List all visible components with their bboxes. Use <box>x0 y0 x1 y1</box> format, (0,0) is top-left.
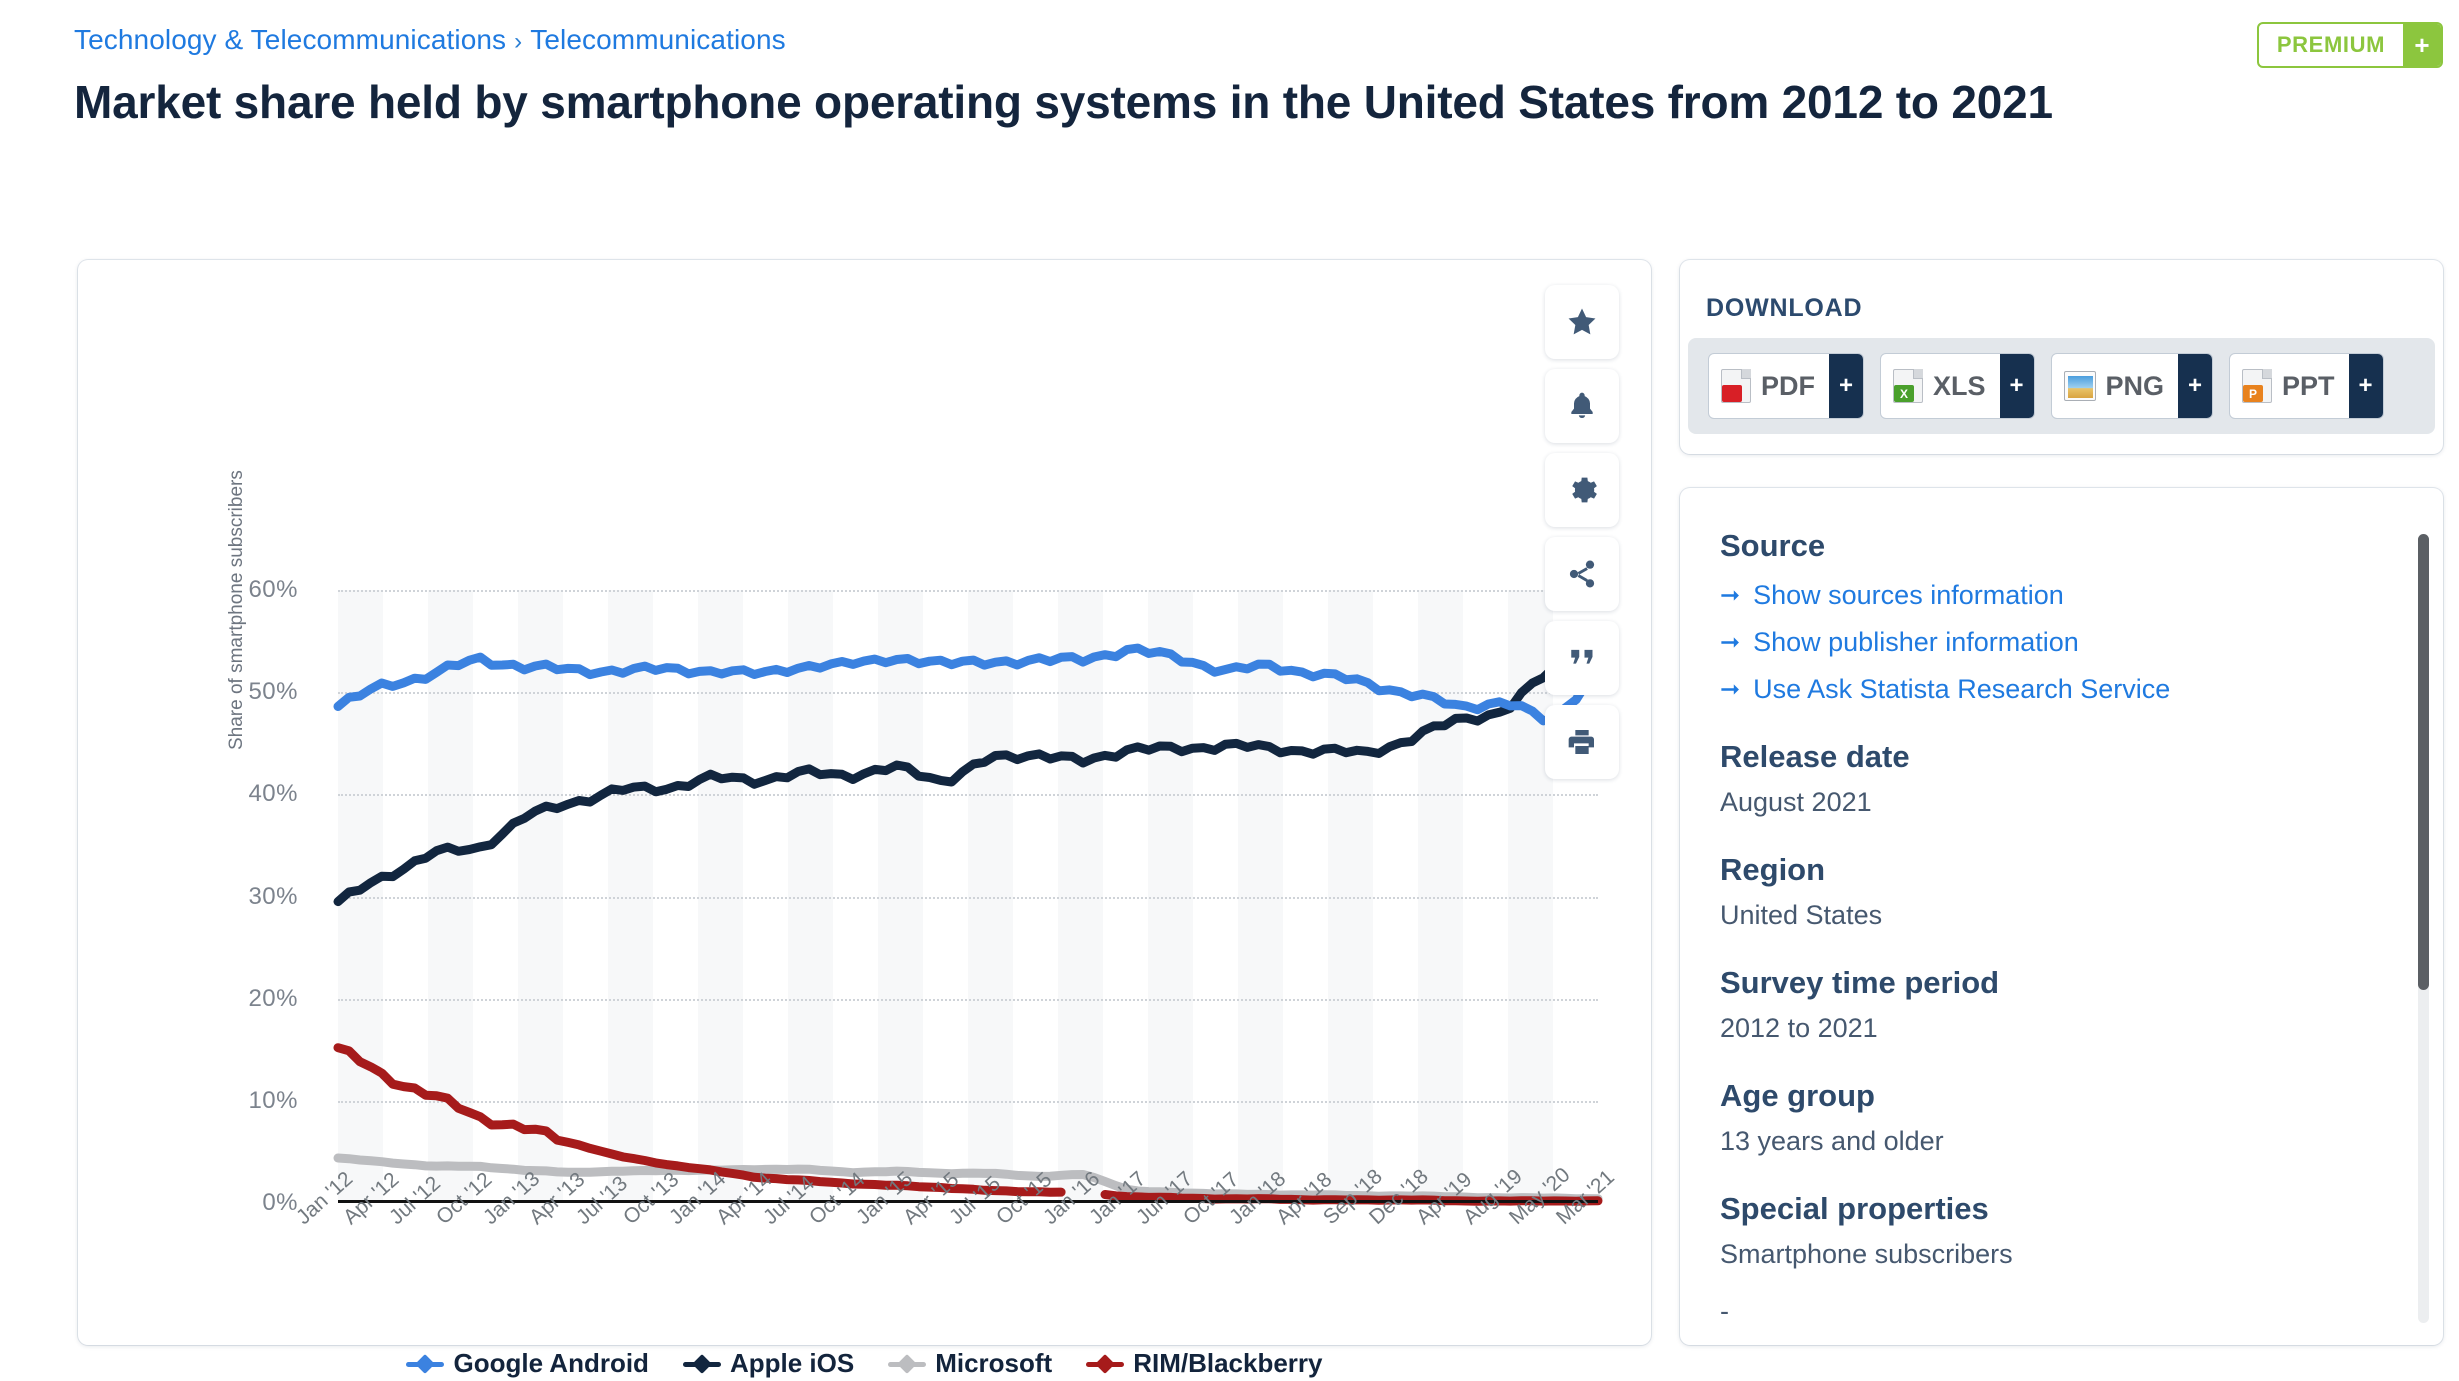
info-trailing: - <box>1720 1296 1729 1326</box>
chart-info-content: Source ➞ Show sources information ➞ Show pub… <box>1720 528 2383 1327</box>
download-card: DOWNLOAD PDF + X XLS + PNG + P PPT + <box>1680 260 2443 454</box>
settings-gear-icon[interactable] <box>1545 453 1619 527</box>
ppt-file-icon: P <box>2242 369 2273 403</box>
favorite-icon[interactable] <box>1545 285 1619 359</box>
info-value: August 2021 <box>1720 787 1872 817</box>
series-line <box>338 648 1598 721</box>
info-heading: Survey time period <box>1720 965 2000 1000</box>
info-scrollbar-track[interactable] <box>2418 534 2429 1323</box>
download-title: DOWNLOAD <box>1706 294 1863 322</box>
citation-quote-icon[interactable] <box>1545 621 1619 695</box>
arrow-right-icon: ➞ <box>1720 628 1741 656</box>
info-link[interactable]: ➞ Show publisher information <box>1720 627 2383 658</box>
chart-action-rail <box>1545 285 1619 779</box>
breadcrumb: Technology & Telecommunications › Telecomm… <box>74 24 786 56</box>
legend-marker-icon <box>888 1353 927 1374</box>
info-heading: Region <box>1720 852 1826 887</box>
download-pdf-button[interactable]: PDF + <box>1708 353 1864 419</box>
premium-plus-icon[interactable]: + <box>2403 24 2441 66</box>
breadcrumb-separator: › <box>514 28 523 55</box>
xls-file-icon: X <box>1893 369 1923 403</box>
info-value: United States <box>1720 900 1883 930</box>
y-axis-tick: 30% <box>248 882 298 910</box>
legend-label: Apple iOS <box>729 1348 855 1378</box>
y-axis-tick: 10% <box>248 1086 298 1114</box>
page-title: Market share held by smartphone operatin… <box>74 76 2053 128</box>
info-scrollbar-thumb[interactable] <box>2418 534 2429 990</box>
info-heading: Age group <box>1720 1078 1875 1113</box>
png-image-icon <box>2063 371 2096 401</box>
download-label: XLS <box>1933 370 1986 401</box>
download-label: PDF <box>1761 370 1815 401</box>
legend-item[interactable]: Google Android <box>406 1348 649 1379</box>
y-axis-tick: 20% <box>248 984 298 1012</box>
arrow-right-icon: ➞ <box>1720 675 1741 703</box>
notification-bell-icon[interactable] <box>1545 369 1619 443</box>
breadcrumb-item-1[interactable]: Telecommunications <box>530 24 785 55</box>
legend-label: RIM/Blackberry <box>1133 1348 1323 1378</box>
x-axis-ticks: Jan '12 Apr '12 Jul '12 Oct '12 Jan '13 Apr '… <box>292 1163 1619 1332</box>
arrow-right-icon: ➞ <box>1720 581 1741 609</box>
y-axis-tick: 60% <box>248 576 298 603</box>
premium-label: PREMIUM <box>2276 32 2385 57</box>
premium-badge[interactable]: PREMIUM + <box>2256 22 2443 68</box>
y-axis-tick: 50% <box>248 678 298 706</box>
info-link-label: Show publisher information <box>1753 627 2079 657</box>
y-axis-tick: 0% <box>262 1189 298 1216</box>
download-plus-icon[interactable]: + <box>2178 354 2213 418</box>
legend-marker-icon <box>1086 1353 1125 1374</box>
legend-label: Google Android <box>453 1348 649 1378</box>
legend-item[interactable]: Microsoft <box>888 1348 1052 1379</box>
download-xls-button[interactable]: X XLS + <box>1880 353 2035 419</box>
info-value: 2012 to 2021 <box>1720 1013 1878 1043</box>
chart-series-lines <box>338 590 1598 1203</box>
y-axis-tick: 40% <box>248 780 298 808</box>
legend-marker-icon <box>406 1353 445 1374</box>
legend-item[interactable]: Apple iOS <box>682 1348 855 1379</box>
info-link[interactable]: ➞ Show sources information <box>1720 580 2383 611</box>
legend-label: Microsoft <box>935 1348 1053 1378</box>
download-label: PPT <box>2282 370 2335 401</box>
breadcrumb-item-0[interactable]: Technology & Telecommunications <box>74 24 506 55</box>
legend-marker-icon <box>682 1353 721 1374</box>
download-plus-icon[interactable]: + <box>2348 354 2383 418</box>
chart-legend: Google Android Apple iOS Microsoft RIM/Blac… <box>78 1348 1651 1379</box>
chart-card: Share of smartphone subscribers 0% 10% 20%… <box>78 260 1651 1378</box>
chart-info-card: Source ➞ Show sources information ➞ Show pub… <box>1680 488 2443 1345</box>
share-icon[interactable] <box>1545 537 1619 611</box>
legend-item[interactable]: RIM/Blackberry <box>1086 1348 1323 1379</box>
download-ppt-button[interactable]: P PPT + <box>2229 353 2384 419</box>
info-link-label: Show sources information <box>1753 580 2064 610</box>
info-heading: Release date <box>1720 739 1910 774</box>
download-label: PNG <box>2105 370 2165 401</box>
info-value: 13 years and older <box>1720 1126 1944 1156</box>
info-heading-source: Source <box>1720 528 1826 563</box>
download-plus-icon[interactable]: + <box>1999 354 2034 418</box>
print-icon[interactable] <box>1545 705 1619 779</box>
chart-plot-area <box>338 590 1598 1203</box>
info-link-label: Use Ask Statista Research Service <box>1753 674 2171 704</box>
y-axis-ticks: 0% 10% 20% 30% 40% 50% 60% <box>178 260 298 1345</box>
download-button-strip: PDF + X XLS + PNG + P PPT + <box>1688 338 2435 434</box>
statista-chart-page: Technology & Telecommunications › Telecomm… <box>0 0 2459 1381</box>
download-plus-icon[interactable]: + <box>1829 354 1863 418</box>
pdf-file-icon <box>1721 369 1751 403</box>
info-value: Smartphone subscribers <box>1720 1239 2013 1269</box>
info-heading: Special properties <box>1720 1191 1989 1226</box>
info-link[interactable]: ➞ Use Ask Statista Research Service <box>1720 674 2383 705</box>
download-png-button[interactable]: PNG + <box>2050 353 2214 419</box>
